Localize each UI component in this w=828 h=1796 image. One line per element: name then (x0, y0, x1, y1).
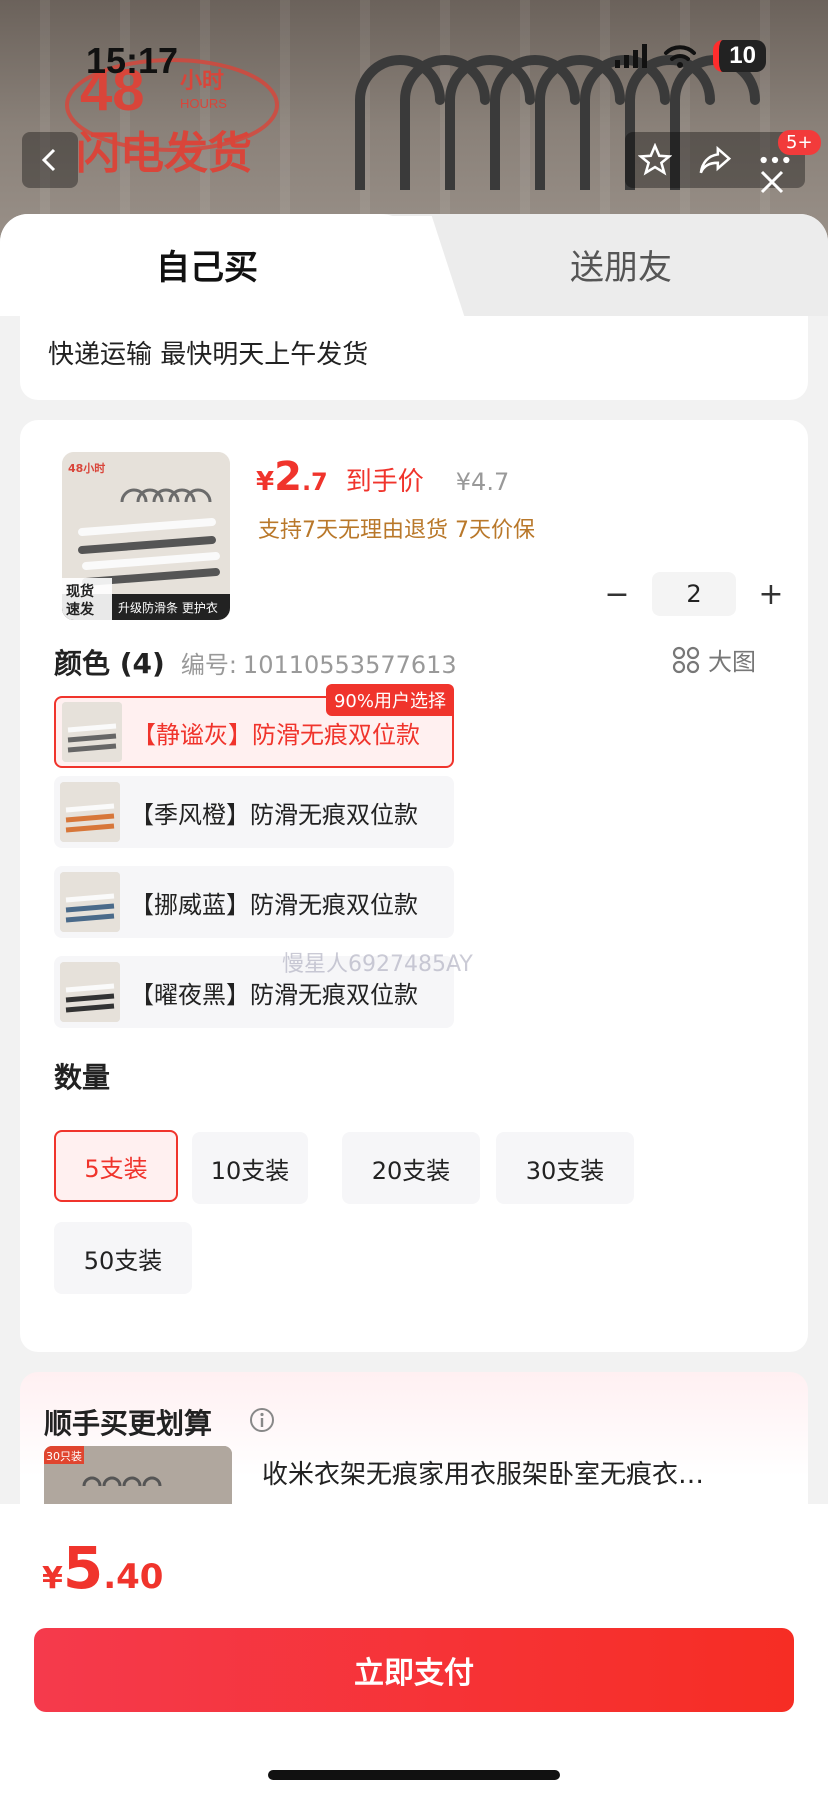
quantity-stepper: − 2 + (602, 572, 786, 616)
notification-badge: 5+ (778, 130, 821, 155)
price-currency: ¥ (256, 467, 275, 497)
pack-option-10[interactable]: 10支装 (192, 1132, 308, 1204)
status-time: 15:17 (86, 40, 179, 81)
code-label: 编号: (180, 651, 237, 679)
add-on-product-name[interactable]: 收米衣架无痕家用衣服架卧室无痕衣… (262, 1454, 782, 1491)
option-label: 【静谧灰】防滑无痕双位款 (132, 720, 420, 749)
option-thumbnail (62, 702, 122, 762)
add-on-deals-title: 顺手买更划算 (44, 1407, 213, 1440)
hanger-product-image: 48小时 升级防滑条 更护衣 现货 速发 (62, 452, 230, 620)
color-option-gray[interactable]: 【静谧灰】防滑无痕双位款 90%用户选择 (54, 684, 454, 768)
shipping-text: 快递运输 最快明天上午发货 (48, 340, 369, 370)
increase-button[interactable]: + (756, 577, 786, 612)
sku-card: 48小时 升级防滑条 更护衣 现货 速发 ¥2.7 到手价 ¥4.7 支持7天无… (20, 420, 808, 1352)
checkout-bar: ¥5.40 立即支付 (0, 1504, 828, 1796)
option-thumbnail (60, 962, 120, 1022)
shipping-card: 快递运输 最快明天上午发货 (20, 316, 808, 400)
option-label: 【季风橙】防滑无痕双位款 (130, 800, 418, 829)
pay-now-button[interactable]: 立即支付 (34, 1628, 794, 1712)
final-price-tag: 到手价 (345, 467, 424, 497)
quantity-input[interactable]: 2 (652, 572, 736, 616)
chevron-left-icon (41, 148, 56, 172)
big-picture-label: 大图 (708, 648, 756, 676)
wifi-icon (664, 45, 697, 68)
popular-choice-badge: 90%用户选择 (325, 684, 454, 716)
color-header: 颜色 (4) 编号: 10110553577613 (54, 642, 457, 682)
total-currency: ¥ (42, 1561, 63, 1596)
home-indicator (268, 1770, 560, 1780)
battery-indicator: 10 (713, 40, 766, 72)
quantity-title: 数量 (54, 1061, 111, 1094)
signal-icon (615, 44, 648, 68)
option-label: 【挪威蓝】防滑无痕双位款 (130, 890, 418, 919)
star-icon[interactable] (637, 143, 672, 177)
share-icon[interactable] (697, 143, 733, 177)
status-icons: 10 (615, 40, 766, 72)
big-picture-button[interactable]: 大图 (672, 642, 756, 677)
product-thumbnail[interactable]: 48小时 升级防滑条 更护衣 现货 速发 (62, 452, 230, 620)
option-thumbnail (60, 872, 120, 932)
price-integer: 2 (274, 454, 302, 500)
svg-text:现货: 现货 (66, 583, 94, 600)
thumb-badge-top: 48小时 (68, 461, 105, 475)
close-icon[interactable] (752, 162, 792, 202)
info-icon[interactable] (248, 1406, 276, 1434)
tab-send-to-friend[interactable]: 送朋友 (570, 240, 672, 289)
logo-unit: 小时 (180, 69, 224, 94)
option-thumbnail (60, 782, 120, 842)
pack-option-30[interactable]: 30支装 (496, 1132, 634, 1204)
color-option-blue[interactable]: 【挪威蓝】防滑无痕双位款 (54, 866, 454, 938)
logo-unit-en: HOURS (180, 96, 227, 111)
logo-text: 闪电发货 (76, 128, 252, 179)
service-guarantee: 支持7天无理由退货 7天价保 (258, 518, 535, 543)
original-price: ¥4.7 (455, 468, 510, 496)
thumb-caption: 升级防滑条 更护衣 (118, 600, 218, 615)
svg-text:速发: 速发 (66, 601, 95, 618)
option-label: 【曜夜黑】防滑无痕双位款 (130, 980, 418, 1009)
pack-option-50[interactable]: 50支装 (54, 1222, 192, 1294)
tab-buy-for-self[interactable]: 自己买 (0, 214, 420, 316)
tab-self-label: 自己买 (156, 248, 258, 288)
purchase-tabs: 自己买 送朋友 (0, 214, 828, 316)
color-option-orange[interactable]: 【季风橙】防滑无痕双位款 (54, 776, 454, 848)
price-line: ¥2.7 到手价 ¥4.7 (256, 454, 509, 500)
total-price: ¥5.40 (42, 1534, 163, 1602)
user-watermark: 慢星人6927485AY (282, 952, 473, 977)
back-button[interactable] (22, 132, 78, 188)
code-value: 10110553577613 (242, 651, 457, 679)
pack-option-5[interactable]: 5支装 (54, 1130, 178, 1202)
decrease-button[interactable]: − (602, 577, 632, 612)
add-on-item-badge: 30只装 (46, 1450, 82, 1463)
color-title: 颜色 (4) (54, 647, 165, 680)
price-decimal: .7 (301, 468, 328, 496)
total-decimal: .40 (103, 1557, 164, 1597)
pack-option-20[interactable]: 20支装 (342, 1132, 480, 1204)
total-integer: 5 (62, 1534, 104, 1602)
grid-icon (672, 646, 700, 673)
